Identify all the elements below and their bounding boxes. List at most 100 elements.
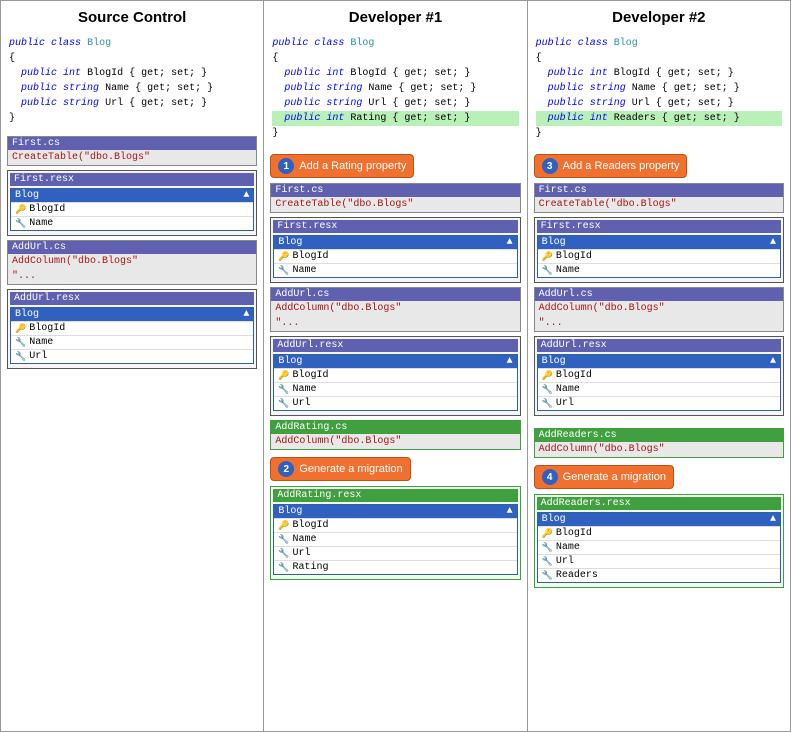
field-icon: 🔧 <box>15 219 26 229</box>
dev2-first-cs-header: First.cs <box>535 184 783 197</box>
key-icon: 🔑 <box>15 205 26 215</box>
field-icon-d2-6: 🔧 <box>542 571 553 581</box>
dev1-first-resx: First.resx Blog ▲ 🔑 BlogId 🔧 Name <box>270 217 520 283</box>
field-icon-d2-1: 🔧 <box>542 266 553 276</box>
source-first-blogid-row: 🔑 BlogId <box>11 202 253 216</box>
dev2-first-resx: First.resx Blog ▲ 🔑 BlogId 🔧 Name <box>534 217 784 283</box>
callout-2: 2 Generate a migration <box>270 457 410 481</box>
main-container: Source Control public class Blog { publi… <box>0 0 791 732</box>
key-icon-d1-2: 🔑 <box>278 371 289 381</box>
callout-1: 1 Add a Rating property <box>270 154 414 178</box>
field-icon-d2-2: 🔧 <box>542 385 553 395</box>
dev2-addurl-entity-header: Blog ▲ <box>538 355 780 368</box>
key-icon-d1-1: 🔑 <box>278 252 289 262</box>
dev1-addurl-cs-header: AddUrl.cs <box>271 288 519 301</box>
dev2-addreaders-cs-body: AddColumn("dbo.Blogs" <box>535 442 783 457</box>
dev1-addurl-resx: AddUrl.resx Blog ▲ 🔑 BlogId 🔧 Name 🔧 Url <box>270 336 520 416</box>
field-icon-d1-1: 🔧 <box>278 266 289 276</box>
dev1-addrating-resx: AddRating.resx Blog ▲ 🔑 BlogId 🔧 Name 🔧 … <box>270 486 520 580</box>
source-addurl-entity-header: Blog ▲ <box>11 308 253 321</box>
callout-3-label: Add a Readers property <box>563 160 680 172</box>
developer2-header: Developer #2 <box>534 9 784 26</box>
source-addurl-resx: AddUrl.resx Blog ▲ 🔑 BlogId 🔧 Name 🔧 Url <box>7 289 257 369</box>
dev2-addreaders-cs: AddReaders.cs AddColumn("dbo.Blogs" <box>534 428 784 458</box>
dev2-addurl-resx: AddUrl.resx Blog ▲ 🔑 BlogId 🔧 Name 🔧 Url <box>534 336 784 416</box>
dev2-first-name-row: 🔧 Name <box>538 263 780 277</box>
dev2-addreaders-url-row: 🔧 Url <box>538 554 780 568</box>
dev1-addrating-rating-row: 🔧 Rating <box>274 560 516 574</box>
source-addurl-cs-header: AddUrl.cs <box>8 241 256 254</box>
field-icon-d1-6: 🔧 <box>278 563 289 573</box>
developer2-column: Developer #2 public class Blog { public … <box>528 1 790 731</box>
dev2-first-blogid-row: 🔑 BlogId <box>538 249 780 263</box>
dev2-addreaders-entity: Blog ▲ 🔑 BlogId 🔧 Name 🔧 Url 🔧 Rea <box>537 512 781 583</box>
callout-4-num: 4 <box>542 469 558 485</box>
source-first-name-row: 🔧 Name <box>11 216 253 230</box>
dev2-addreaders-name-row: 🔧 Name <box>538 540 780 554</box>
field-icon-d2-3: 🔧 <box>542 399 553 409</box>
dev1-addrating-blogid-row: 🔑 BlogId <box>274 518 516 532</box>
field-icon-d2-4: 🔧 <box>542 543 553 553</box>
dev1-first-cs-body: CreateTable("dbo.Blogs" <box>271 197 519 212</box>
dev1-addrating-cs-body: AddColumn("dbo.Blogs" <box>271 434 519 449</box>
callout-3: 3 Add a Readers property <box>534 154 688 178</box>
source-control-header: Source Control <box>7 9 257 26</box>
dev1-addrating-cs: AddRating.cs AddColumn("dbo.Blogs" <box>270 420 520 450</box>
source-first-entity: Blog ▲ 🔑 BlogId 🔧 Name <box>10 188 254 231</box>
source-addurl-cs-body: AddColumn("dbo.Blogs" <box>8 254 256 269</box>
source-control-code: public class Blog { public int BlogId { … <box>7 34 257 128</box>
dev1-first-blogid-row: 🔑 BlogId <box>274 249 516 263</box>
dev1-addrating-cs-header: AddRating.cs <box>271 421 519 434</box>
callout-4-label: Generate a migration <box>563 471 666 483</box>
dev2-first-entity: Blog ▲ 🔑 BlogId 🔧 Name <box>537 235 781 278</box>
dev2-addurl-blogid-row: 🔑 BlogId <box>538 368 780 382</box>
source-addurl-name-row: 🔧 Name <box>11 335 253 349</box>
dev2-addreaders-blogid-row: 🔑 BlogId <box>538 526 780 540</box>
key-icon-d1-3: 🔑 <box>278 521 289 531</box>
dev1-first-entity-header: Blog ▲ <box>274 236 516 249</box>
key-icon-d2-3: 🔑 <box>542 529 553 539</box>
source-first-cs-body: CreateTable("dbo.Blogs" <box>8 150 256 165</box>
source-addurl-blogid-row: 🔑 BlogId <box>11 321 253 335</box>
field-icon-d1-3: 🔧 <box>278 399 289 409</box>
source-control-column: Source Control public class Blog { publi… <box>1 1 264 731</box>
field-icon-d1-4: 🔧 <box>278 535 289 545</box>
dev1-addrating-entity: Blog ▲ 🔑 BlogId 🔧 Name 🔧 Url 🔧 Rat <box>273 504 517 575</box>
callout-4: 4 Generate a migration <box>534 465 674 489</box>
callout-1-label: Add a Rating property <box>299 160 406 172</box>
source-addurl-url-row: 🔧 Url <box>11 349 253 363</box>
field-icon-2: 🔧 <box>15 338 26 348</box>
dev1-addrating-name-row: 🔧 Name <box>274 532 516 546</box>
callout-2-num: 2 <box>278 461 294 477</box>
field-icon-3: 🔧 <box>15 352 26 362</box>
callout-1-num: 1 <box>278 158 294 174</box>
source-addurl-cs: AddUrl.cs AddColumn("dbo.Blogs" "... <box>7 240 257 285</box>
dev1-addurl-cs-body: AddColumn("dbo.Blogs" <box>271 301 519 316</box>
source-first-cs-header: First.cs <box>8 137 256 150</box>
dev2-addurl-cs: AddUrl.cs AddColumn("dbo.Blogs" "... <box>534 287 784 332</box>
dev2-addurl-name-row: 🔧 Name <box>538 382 780 396</box>
dev2-addreaders-resx: AddReaders.resx Blog ▲ 🔑 BlogId 🔧 Name 🔧… <box>534 494 784 588</box>
source-first-resx: First.resx Blog ▲ 🔑 BlogId 🔧 Name <box>7 170 257 236</box>
developer2-code: public class Blog { public int BlogId { … <box>534 34 784 143</box>
dev2-addurl-url-row: 🔧 Url <box>538 396 780 410</box>
source-first-entity-header: Blog ▲ <box>11 189 253 202</box>
dev1-addurl-name-row: 🔧 Name <box>274 382 516 396</box>
dev2-addreaders-readers-row: 🔧 Readers <box>538 568 780 582</box>
dev1-addrating-url-row: 🔧 Url <box>274 546 516 560</box>
dev2-addurl-entity: Blog ▲ 🔑 BlogId 🔧 Name 🔧 Url <box>537 354 781 411</box>
developer1-column: Developer #1 public class Blog { public … <box>264 1 527 731</box>
callout-2-label: Generate a migration <box>299 463 402 475</box>
field-icon-d1-2: 🔧 <box>278 385 289 395</box>
dev2-addreaders-entity-header: Blog ▲ <box>538 513 780 526</box>
key-icon-d2-2: 🔑 <box>542 371 553 381</box>
dev1-addurl-cs: AddUrl.cs AddColumn("dbo.Blogs" "... <box>270 287 520 332</box>
source-first-cs: First.cs CreateTable("dbo.Blogs" <box>7 136 257 166</box>
source-addurl-entity: Blog ▲ 🔑 BlogId 🔧 Name 🔧 Url <box>10 307 254 364</box>
callout-3-num: 3 <box>542 158 558 174</box>
dev1-first-cs-header: First.cs <box>271 184 519 197</box>
developer1-header: Developer #1 <box>270 9 520 26</box>
dev2-first-cs-body: CreateTable("dbo.Blogs" <box>535 197 783 212</box>
dev1-first-entity: Blog ▲ 🔑 BlogId 🔧 Name <box>273 235 517 278</box>
field-icon-d2-5: 🔧 <box>542 557 553 567</box>
